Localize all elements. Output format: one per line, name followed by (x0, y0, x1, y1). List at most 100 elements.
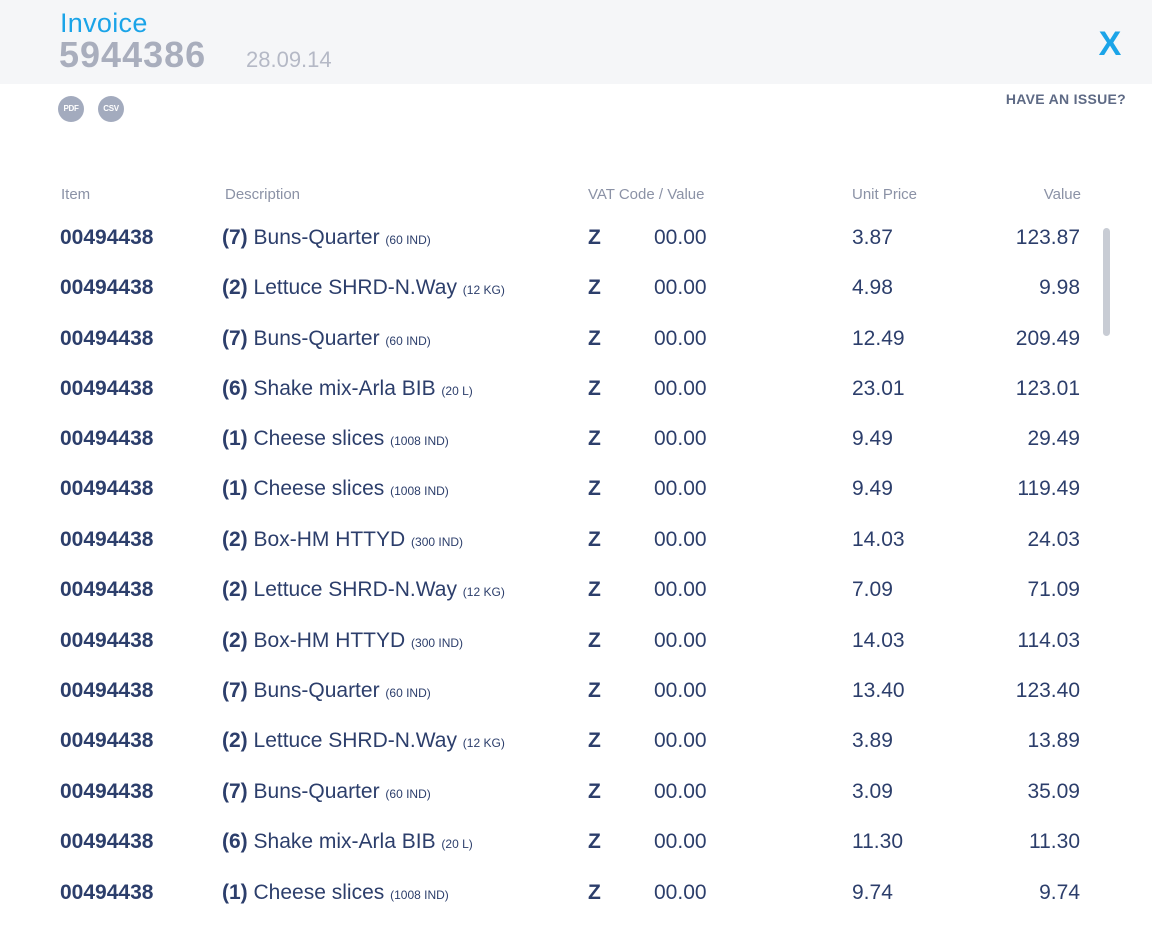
line-value: 114.03 (1017, 629, 1080, 652)
unit-price: 11.30 (852, 830, 903, 853)
item-description: (6) Shake mix-Arla BIB (20 L) (222, 377, 473, 401)
item-code: 00494438 (60, 629, 154, 652)
table-row[interactable]: 00494438 (2) Box-HM HTTYD (300 IND) Z 00.00… (0, 629, 1100, 679)
item-description: (2) Box-HM HTTYD (300 IND) (222, 528, 463, 552)
item-name: Cheese slices (253, 881, 385, 904)
invoice-number: 5944386 (59, 34, 207, 75)
item-code: 00494438 (60, 679, 154, 702)
vat-code: Z (588, 578, 601, 601)
line-value: 11.30 (1029, 830, 1080, 853)
unit-price: 14.03 (852, 629, 905, 652)
item-quantity: (2) (222, 276, 248, 299)
item-quantity: (2) (222, 528, 248, 551)
line-value: 9.74 (1039, 881, 1080, 904)
item-quantity: (7) (222, 327, 248, 350)
item-description: (7) Buns-Quarter (60 IND) (222, 780, 431, 804)
table-row[interactable]: 00494438 (7) Buns-Quarter (60 IND) Z 00.00 3… (0, 226, 1100, 276)
vat-value: 00.00 (654, 276, 707, 299)
close-button[interactable]: X (1092, 22, 1128, 66)
item-pack-size: (20 L) (441, 837, 473, 851)
column-header-unit-price: Unit Price (852, 186, 918, 203)
unit-price: 14.03 (852, 528, 905, 551)
table-row[interactable]: 00494438 (7) Buns-Quarter (60 IND) Z 00.00 3… (0, 780, 1100, 830)
item-description: (6) Shake mix-Arla BIB (20 L) (222, 830, 473, 854)
column-header-description: Description (225, 186, 301, 203)
pdf-download-button[interactable]: PDF (58, 96, 84, 122)
vat-value: 00.00 (654, 477, 707, 500)
vat-code: Z (588, 226, 601, 249)
vat-value: 00.00 (654, 729, 707, 752)
table-row[interactable]: 00494438 (1) Cheese slices (1008 IND) Z 00.… (0, 477, 1100, 527)
item-code: 00494438 (60, 427, 154, 450)
item-name: Cheese slices (253, 427, 385, 450)
item-description: (2) Box-HM HTTYD (300 IND) (222, 629, 463, 653)
table-row[interactable]: 00494438 (2) Lettuce SHRD-N.Way (12 KG) Z 0… (0, 729, 1100, 779)
table-row[interactable]: 00494438 (2) Lettuce SHRD-N.Way (12 KG) Z 0… (0, 276, 1100, 326)
table-row[interactable]: 00494438 (1) Cheese slices (1008 IND) Z 00.… (0, 427, 1100, 477)
table-row[interactable]: 00494438 (7) Buns-Quarter (60 IND) Z 00.00 1… (0, 679, 1100, 729)
item-name: Box-HM HTTYD (253, 528, 406, 551)
line-value: 9.98 (1039, 276, 1080, 299)
report-issue-link[interactable]: HAVE AN ISSUE? (990, 91, 1126, 107)
unit-price: 4.98 (852, 276, 893, 299)
item-pack-size: (12 KG) (462, 283, 505, 297)
item-quantity: (1) (222, 881, 248, 904)
table-row[interactable]: 00494438 (6) Shake mix-Arla BIB (20 L) Z 00… (0, 830, 1100, 880)
line-value: 35.09 (1027, 780, 1080, 803)
line-value: 123.87 (1015, 226, 1080, 249)
item-code: 00494438 (60, 729, 154, 752)
table-row[interactable]: 00494438 (1) Cheese slices (1008 IND) Z 00.… (0, 881, 1100, 931)
item-pack-size: (12 KG) (462, 585, 505, 599)
item-quantity: (6) (222, 830, 248, 853)
unit-price: 9.49 (852, 477, 893, 500)
item-description: (2) Lettuce SHRD-N.Way (12 KG) (222, 578, 505, 602)
unit-price: 13.40 (852, 679, 905, 702)
table-row[interactable]: 00494438 (2) Box-HM HTTYD (300 IND) Z 00.00… (0, 528, 1100, 578)
item-code: 00494438 (60, 477, 154, 500)
item-quantity: (7) (222, 226, 248, 249)
item-pack-size: (1008 IND) (390, 484, 449, 498)
column-header-value: Value (1043, 186, 1081, 203)
table-row[interactable]: 00494438 (7) Buns-Quarter (60 IND) Z 00.00 1… (0, 327, 1100, 377)
column-header-vat: VAT Code / Value (588, 186, 705, 203)
line-value: 123.01 (1015, 377, 1080, 400)
item-description: (7) Buns-Quarter (60 IND) (222, 226, 431, 250)
vat-value: 00.00 (654, 881, 707, 904)
item-name: Lettuce SHRD-N.Way (253, 578, 457, 601)
table-row[interactable]: 00494438 (6) Shake mix-Arla BIB (20 L) Z 00… (0, 377, 1100, 427)
item-description: (1) Cheese slices (1008 IND) (222, 881, 449, 905)
line-value: 209.49 (1015, 327, 1080, 350)
item-quantity: (2) (222, 729, 248, 752)
item-code: 00494438 (60, 276, 154, 299)
vat-code: Z (588, 528, 601, 551)
item-name: Shake mix-Arla BIB (253, 830, 436, 853)
invoice-date: 28.09.14 (246, 47, 332, 72)
vat-code: Z (588, 780, 601, 803)
item-pack-size: (60 IND) (385, 233, 431, 247)
item-pack-size: (1008 IND) (390, 434, 449, 448)
unit-price: 3.89 (852, 729, 893, 752)
scrollbar-thumb[interactable] (1103, 228, 1110, 336)
vat-code: Z (588, 327, 601, 350)
vat-value: 00.00 (654, 578, 707, 601)
item-name: Shake mix-Arla BIB (253, 377, 436, 400)
item-code: 00494438 (60, 226, 154, 249)
csv-download-button[interactable]: CSV (98, 96, 124, 122)
item-description: (7) Buns-Quarter (60 IND) (222, 679, 431, 703)
vat-code: Z (588, 830, 601, 853)
item-pack-size: (60 IND) (385, 787, 431, 801)
vat-code: Z (588, 276, 601, 299)
item-quantity: (1) (222, 477, 248, 500)
unit-price: 23.01 (852, 377, 905, 400)
scrollbar[interactable] (1103, 228, 1111, 919)
vat-code: Z (588, 629, 601, 652)
vat-value: 00.00 (654, 226, 707, 249)
table-row[interactable]: 00494438 (2) Lettuce SHRD-N.Way (12 KG) Z 0… (0, 578, 1100, 628)
item-name: Buns-Quarter (253, 679, 380, 702)
vat-code: Z (588, 477, 601, 500)
item-name: Cheese slices (253, 477, 385, 500)
vat-code: Z (588, 377, 601, 400)
line-value: 24.03 (1027, 528, 1080, 551)
item-pack-size: (300 IND) (411, 636, 464, 650)
unit-price: 9.74 (852, 881, 893, 904)
